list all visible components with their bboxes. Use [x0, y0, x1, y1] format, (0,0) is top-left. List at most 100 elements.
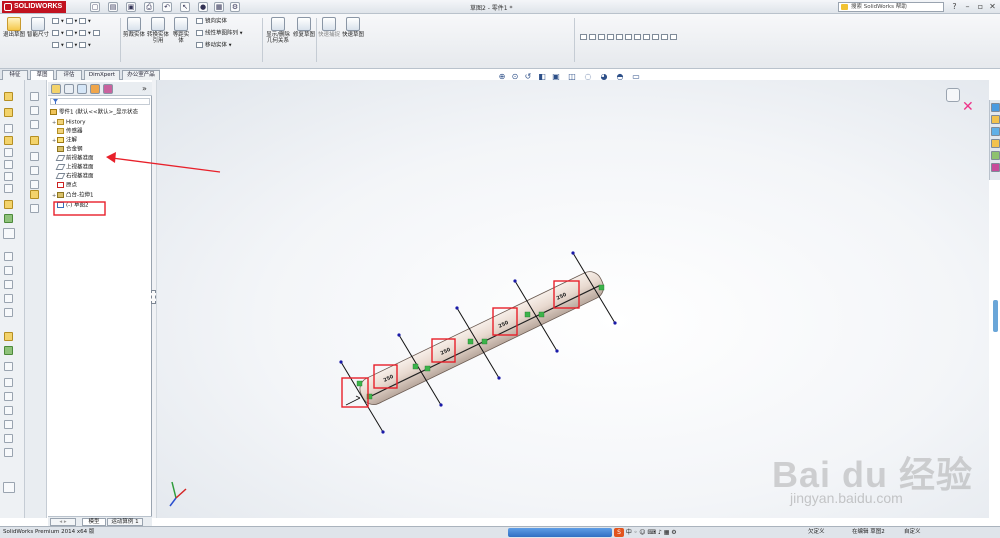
save-icon[interactable]: ▣ [126, 2, 136, 12]
property-manager-icon[interactable] [64, 84, 74, 94]
section-view-icon[interactable]: ◧ [537, 72, 547, 82]
expand-panel-icon[interactable]: » [142, 84, 147, 93]
tree-item-history[interactable]: + History [52, 119, 86, 127]
rectangle-tool-row[interactable]: ▾ ▾ ▾ [52, 30, 102, 38]
tab-features[interactable]: 特征 [2, 70, 28, 80]
tool-icon[interactable] [4, 294, 13, 303]
move-entities-button[interactable]: 移动实体 ▾ [196, 42, 232, 50]
tool-icon[interactable] [4, 378, 13, 387]
tool-icon[interactable] [4, 332, 13, 341]
units-status[interactable]: 自定义 [904, 527, 921, 538]
quick-snaps-button[interactable]: 快速捕捉 [318, 17, 340, 38]
exit-sketch-corner-icon[interactable] [946, 88, 960, 102]
tool-icon[interactable] [30, 120, 39, 129]
tool-icon[interactable] [4, 448, 13, 457]
open-file-icon[interactable]: ▤ [108, 2, 118, 12]
sketch-toolbar-icon[interactable] [4, 92, 13, 101]
tool-icon[interactable] [4, 266, 13, 275]
display-style-icon[interactable]: ◫ [567, 72, 577, 82]
tree-item-boss-extrude[interactable]: + 凸台-拉伸1 [52, 192, 93, 200]
tool-icon[interactable] [4, 406, 13, 415]
restore-icon[interactable]: ▫ [975, 2, 986, 12]
file-explorer-icon[interactable] [991, 127, 1000, 136]
solidworks-logo[interactable]: SOLIDWORKS [2, 1, 66, 13]
custom-properties-icon[interactable] [991, 163, 1000, 172]
view-settings-icon[interactable]: ▭ [631, 72, 641, 82]
slot-tool-row[interactable]: ▾ ▾ ▾ [52, 42, 91, 50]
hide-show-icon[interactable]: ◌ [583, 72, 593, 82]
configuration-manager-icon[interactable] [77, 84, 87, 94]
tree-item-front-plane[interactable]: 前视基准面 [52, 155, 94, 163]
tool-icon[interactable] [4, 362, 13, 371]
help-search-input[interactable]: 搜索 SolidWorks 帮助 [838, 2, 944, 12]
options-icon[interactable]: ⚙ [230, 2, 240, 12]
tab-office-products[interactable]: 办公室产品 [122, 70, 160, 80]
tool-icon[interactable] [30, 204, 39, 213]
undo-icon[interactable]: ↶ [162, 2, 172, 12]
minimize-icon[interactable]: – [962, 2, 973, 12]
tool-icon[interactable] [4, 252, 13, 261]
tool-icon[interactable] [30, 136, 39, 145]
featuremanager-tree-icon[interactable] [51, 84, 61, 94]
tree-item-sketch2[interactable]: (-) 草图2 [52, 202, 89, 210]
repair-sketch-button[interactable]: 修复草图 [293, 17, 315, 38]
exit-sketch-button[interactable]: 退出草图 [2, 17, 26, 38]
close-icon[interactable]: ✕ [987, 2, 998, 12]
design-library-icon[interactable] [991, 115, 1000, 124]
input-method-bar[interactable]: S 中 ◦ ☺ ⌨ ♪ ▦ ⚙ [614, 528, 722, 538]
tool-icon[interactable] [4, 148, 13, 157]
display-manager-icon[interactable] [103, 84, 113, 94]
offset-entities-button[interactable]: 等距实体 [171, 17, 191, 44]
tool-icon[interactable] [30, 106, 39, 115]
tool-icon[interactable] [4, 280, 13, 289]
display-grid-icon[interactable] [3, 228, 15, 239]
tree-item-right-plane[interactable]: 右视基准面 [52, 173, 94, 181]
tree-item-origin[interactable]: 原点 [52, 182, 77, 190]
tool-icon[interactable] [4, 434, 13, 443]
help-icon[interactable]: ? [949, 2, 960, 12]
tool-icon[interactable] [4, 160, 13, 169]
tool-icon[interactable] [4, 124, 13, 133]
tool-icon[interactable] [30, 180, 39, 189]
solidworks-resources-icon[interactable] [991, 103, 1000, 112]
tool-icon[interactable] [4, 420, 13, 429]
rapid-sketch-button[interactable]: 快速草图 [342, 17, 364, 38]
previous-view-icon[interactable]: ↺ [523, 72, 533, 82]
scroll-area[interactable]: ◂ ▸ [50, 518, 76, 526]
zoom-to-fit-icon[interactable]: ⊕ [497, 72, 507, 82]
tool-icon[interactable] [4, 392, 13, 401]
tab-motion-study[interactable]: 运动算例 1 [107, 518, 143, 526]
tree-item-material[interactable]: 合金钢 [52, 146, 83, 154]
display-grid-icon[interactable] [3, 482, 15, 493]
scene-icon[interactable]: ◓ [615, 72, 625, 82]
tree-filter-input[interactable] [50, 98, 150, 105]
trim-entities-button[interactable]: 剪裁实体 [123, 17, 145, 38]
tab-sketch[interactable]: 草图 [30, 70, 54, 80]
file-properties-icon[interactable]: ▦ [214, 2, 224, 12]
tool-icon[interactable] [4, 172, 13, 181]
tree-item-sensors[interactable]: 传感器 [52, 128, 83, 136]
pinned-indicator[interactable] [993, 300, 998, 332]
tree-item-top-plane[interactable]: 上视基准面 [52, 164, 94, 172]
tool-icon[interactable] [30, 152, 39, 161]
mirror-entities-button[interactable]: 镜向实体 [196, 18, 227, 26]
tree-item-annotations[interactable]: + 注解 [52, 137, 77, 145]
tab-evaluate[interactable]: 评估 [56, 70, 82, 80]
tab-dimxpert[interactable]: DimXpert [84, 70, 120, 80]
line-tool-row[interactable]: ▾ ▾ ▾ [52, 18, 91, 26]
cancel-sketch-corner-icon[interactable]: ✕ [962, 100, 974, 114]
tool-icon[interactable] [30, 92, 39, 101]
view-orientation-icon[interactable]: ▣ [551, 72, 561, 82]
tab-model[interactable]: 模型 [82, 518, 106, 526]
dimension-toolbar-icon[interactable] [4, 108, 13, 117]
tree-root-part[interactable]: 零件1 (默认<<默认>_显示状态 [50, 109, 138, 117]
select-icon[interactable]: ↖ [180, 2, 190, 12]
tool-icon[interactable] [4, 214, 13, 223]
tool-icon[interactable] [4, 136, 13, 145]
convert-entities-button[interactable]: 转换实体引用 [146, 17, 170, 44]
tool-icon[interactable] [4, 308, 13, 317]
smart-dimension-button[interactable]: 智能尺寸 [27, 17, 49, 38]
splitter-grip[interactable] [151, 290, 156, 304]
appearance-icon[interactable]: ◕ [599, 72, 609, 82]
dimxpert-manager-icon[interactable] [90, 84, 100, 94]
